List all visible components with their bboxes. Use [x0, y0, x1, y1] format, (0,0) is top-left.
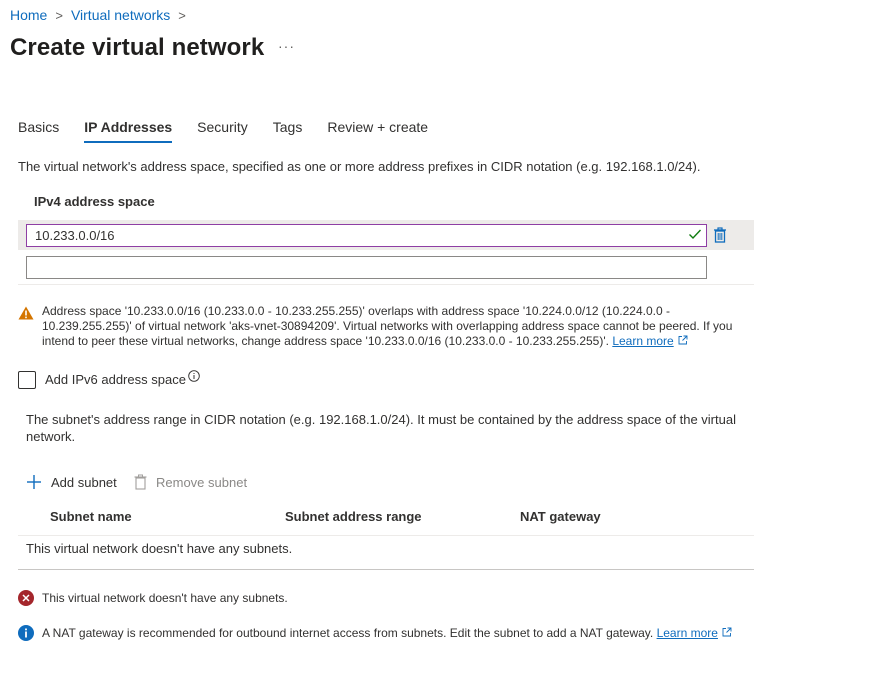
- ipv6-checkbox-label[interactable]: Add IPv6 address space: [45, 372, 186, 387]
- divider: [18, 284, 754, 285]
- error-icon: [18, 590, 34, 606]
- more-options-button[interactable]: ···: [278, 38, 295, 54]
- breadcrumb: Home > Virtual networks >: [10, 7, 186, 23]
- nat-gateway-info-text: A NAT gateway is recommended for outboun…: [42, 626, 654, 640]
- remove-subnet-label: Remove subnet: [156, 474, 248, 490]
- address-space-description: The virtual network's address space, spe…: [18, 159, 701, 174]
- trash-icon[interactable]: [713, 227, 727, 243]
- table-bottom-divider: [18, 569, 754, 570]
- table-header-divider: [18, 535, 754, 536]
- ipv4-address-input-empty[interactable]: [26, 256, 707, 279]
- tab-tags[interactable]: Tags: [273, 119, 303, 143]
- external-link-icon: [678, 335, 688, 345]
- column-header-nat-gateway[interactable]: NAT gateway: [520, 509, 601, 524]
- ipv6-checkbox[interactable]: [18, 371, 36, 389]
- tab-ip-addresses[interactable]: IP Addresses: [84, 119, 172, 143]
- empty-table-message: This virtual network doesn't have any su…: [26, 541, 293, 556]
- ipv4-address-input[interactable]: [26, 224, 707, 247]
- ipv4-address-space-label: IPv4 address space: [34, 194, 155, 209]
- plus-icon: [27, 475, 41, 489]
- tab-bar: Basics IP Addresses Security Tags Review…: [18, 119, 453, 143]
- add-subnet-button[interactable]: Add subnet: [26, 474, 117, 490]
- info-icon[interactable]: [188, 370, 200, 382]
- breadcrumb-home-link[interactable]: Home: [10, 7, 47, 23]
- breadcrumb-virtual-networks-link[interactable]: Virtual networks: [71, 7, 170, 23]
- learn-more-link[interactable]: Learn more: [612, 334, 673, 348]
- tab-security[interactable]: Security: [197, 119, 248, 143]
- remove-subnet-button[interactable]: Remove subnet: [134, 474, 247, 490]
- nat-gateway-info: A NAT gateway is recommended for outboun…: [42, 626, 732, 640]
- checkmark-icon: [689, 229, 702, 240]
- error-message: This virtual network doesn't have any su…: [42, 591, 288, 605]
- column-header-subnet-name[interactable]: Subnet name: [50, 509, 132, 524]
- subnet-description: The subnet's address range in CIDR notat…: [26, 412, 736, 444]
- warning-icon: [18, 306, 34, 320]
- info-icon: [18, 625, 34, 641]
- tab-basics[interactable]: Basics: [18, 119, 59, 143]
- overlap-warning: Address space '10.233.0.0/16 (10.233.0.0…: [42, 304, 752, 349]
- learn-more-link[interactable]: Learn more: [657, 626, 718, 640]
- breadcrumb-separator: >: [55, 7, 63, 23]
- tab-review-create[interactable]: Review + create: [327, 119, 428, 143]
- column-header-subnet-address-range[interactable]: Subnet address range: [285, 509, 422, 524]
- external-link-icon: [722, 627, 732, 637]
- trash-icon: [134, 474, 147, 490]
- breadcrumb-separator: >: [178, 7, 186, 23]
- add-subnet-label: Add subnet: [51, 474, 117, 490]
- page-title: Create virtual network: [10, 34, 265, 61]
